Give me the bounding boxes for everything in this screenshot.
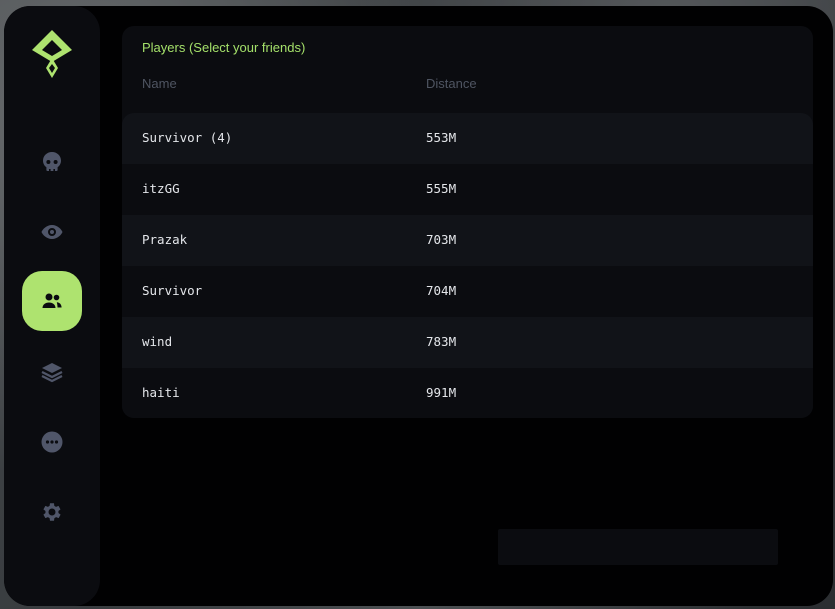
gear-icon xyxy=(43,503,61,521)
player-distance: 991M xyxy=(426,385,457,400)
nav-settings[interactable] xyxy=(22,482,82,542)
table-row[interactable]: Prazak 703M xyxy=(122,215,813,266)
player-distance: 553M xyxy=(426,130,457,145)
users-icon xyxy=(42,293,62,308)
player-distance: 703M xyxy=(426,232,457,247)
player-distance: 555M xyxy=(426,181,457,196)
panel-title: Players (Select your friends) xyxy=(142,40,306,55)
more-dots-icon xyxy=(41,431,63,453)
player-name: Survivor xyxy=(142,283,203,298)
players-table: Survivor (4) 553M itzGG 555M Prazak 703M… xyxy=(122,113,813,418)
table-row[interactable]: haiti 991M xyxy=(122,368,813,418)
table-row[interactable]: Survivor 704M xyxy=(122,266,813,317)
player-name: Prazak xyxy=(142,232,188,247)
player-name: haiti xyxy=(142,385,180,400)
nav-layers[interactable] xyxy=(22,342,82,402)
eye-icon xyxy=(41,225,63,239)
nav-skull[interactable] xyxy=(22,132,82,192)
table-row[interactable]: wind 783M xyxy=(122,317,813,368)
player-distance: 783M xyxy=(426,334,457,349)
column-header-distance: Distance xyxy=(426,76,477,91)
sidebar xyxy=(4,6,100,606)
player-distance: 704M xyxy=(426,283,457,298)
table-row[interactable]: Survivor (4) 553M xyxy=(122,113,813,164)
nav-more[interactable] xyxy=(22,412,82,472)
table-row[interactable]: itzGG 555M xyxy=(122,164,813,215)
column-header-name: Name xyxy=(142,76,177,91)
footer-bar xyxy=(498,529,778,565)
players-panel: Players (Select your friends) Name Dista… xyxy=(122,26,813,418)
player-name: wind xyxy=(142,334,173,349)
nav-players[interactable] xyxy=(22,271,82,331)
layers-icon xyxy=(41,363,63,383)
player-name: itzGG xyxy=(142,181,180,196)
nav-eye[interactable] xyxy=(22,202,82,262)
player-name: Survivor (4) xyxy=(142,130,233,145)
app-logo xyxy=(30,28,74,78)
skull-icon xyxy=(43,152,61,171)
app-window: Players (Select your friends) Name Dista… xyxy=(4,6,833,606)
